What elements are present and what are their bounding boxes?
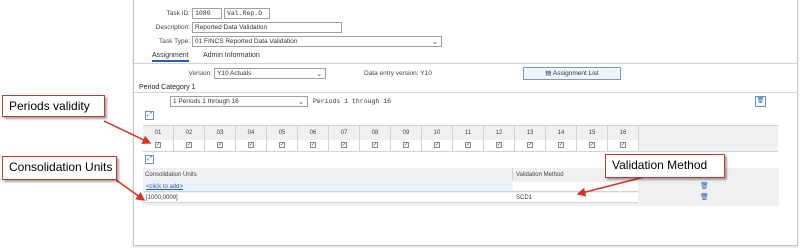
callout-arrows [103,120,649,201]
validation-method-arrow [576,175,649,197]
callout-periods-validity: Periods validity [2,95,105,117]
callout-consolidation-units: Consolidation Units [2,156,117,180]
callout-validation-method: Validation Method [605,154,725,178]
periods-validity-arrow [103,120,152,144]
consolidation-units-arrow [115,179,146,201]
